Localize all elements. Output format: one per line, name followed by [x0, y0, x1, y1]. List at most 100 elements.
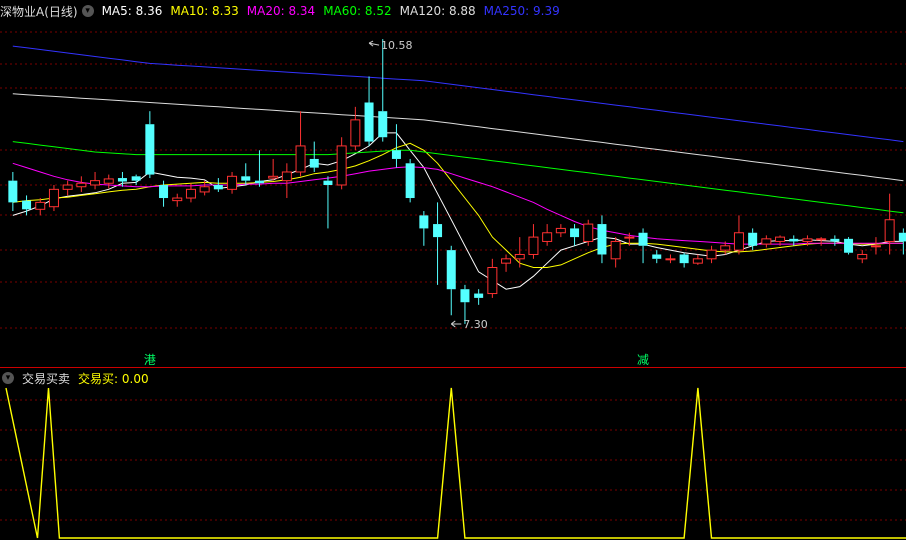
candle[interactable] [487, 258, 498, 298]
candle[interactable] [391, 124, 401, 168]
signal-line [5, 387, 906, 539]
candle-body-up [870, 245, 881, 248]
candle[interactable] [652, 250, 662, 264]
candle[interactable] [501, 254, 512, 272]
low-arrow [450, 320, 462, 328]
candle[interactable] [8, 171, 18, 212]
candle[interactable] [542, 224, 553, 246]
candle-body-down [597, 224, 607, 255]
candle[interactable] [570, 224, 580, 246]
candle-body-up [487, 267, 498, 295]
candle[interactable] [281, 163, 292, 199]
candle-body-up [761, 238, 772, 245]
candle-body-up [62, 184, 73, 190]
candle[interactable] [378, 39, 388, 142]
indicator-panel-header: ▾ 交易买卖 交易买: 0.00 [0, 368, 157, 388]
candle-body-up [185, 188, 196, 199]
candle[interactable] [830, 235, 840, 246]
candle[interactable] [528, 224, 539, 259]
chevron-down-icon[interactable]: ▾ [81, 5, 94, 17]
candle[interactable] [227, 171, 238, 194]
candle[interactable] [350, 106, 361, 151]
candlestick-layer[interactable] [8, 39, 906, 324]
candle-body-up [665, 258, 676, 261]
candle[interactable] [254, 150, 264, 187]
candle-body-down [474, 293, 484, 298]
ma250-label: MA250: 9.39 [483, 4, 560, 18]
candle[interactable] [761, 235, 772, 248]
candle-body-up [48, 188, 59, 208]
candle[interactable] [555, 224, 566, 238]
candle-body-up [706, 249, 717, 260]
candle-body-up [172, 197, 183, 202]
candle[interactable] [583, 219, 594, 246]
candle-body-up [733, 232, 744, 251]
chart-stage[interactable]: 10.58 7.30 港 减 [0, 0, 906, 540]
candle[interactable] [446, 245, 456, 316]
ma5-label: MA5: 8.36 [101, 4, 163, 18]
candle[interactable] [597, 215, 607, 264]
candle[interactable] [241, 163, 251, 185]
candle[interactable] [638, 228, 648, 264]
candle[interactable] [733, 215, 744, 255]
candle[interactable] [172, 193, 183, 207]
candle-body-up [857, 253, 868, 260]
candle[interactable] [419, 211, 429, 246]
candle-body-up [281, 171, 292, 182]
candle[interactable] [145, 111, 155, 179]
candle[interactable] [706, 245, 717, 264]
candle[interactable] [898, 228, 906, 255]
candle[interactable] [857, 250, 868, 264]
candle-body-down [213, 185, 223, 190]
candle-body-down [309, 158, 319, 168]
candle-body-down [830, 238, 840, 242]
candle[interactable] [268, 158, 279, 181]
candle-body-down [405, 163, 415, 199]
candle[interactable] [364, 76, 374, 146]
candle-body-up [692, 258, 703, 264]
candle-body-up [542, 232, 553, 242]
candle[interactable] [213, 178, 223, 192]
candle[interactable] [323, 176, 333, 229]
candle[interactable] [844, 237, 854, 255]
ma20-label: MA20: 8.34 [246, 4, 316, 18]
candle[interactable] [816, 237, 827, 246]
candle-body-down [570, 228, 580, 238]
indicator-name: 交易买卖 [22, 371, 71, 386]
candle-body-down [117, 178, 127, 182]
candle[interactable] [405, 158, 415, 203]
candle-body-down [679, 254, 689, 264]
indicator-value: 交易买: 0.00 [78, 371, 149, 386]
candle[interactable] [309, 141, 319, 172]
candle[interactable] [295, 111, 306, 177]
candle-body-down [446, 250, 456, 290]
candle-body-up [884, 219, 895, 242]
candle[interactable] [870, 237, 881, 255]
candle[interactable] [35, 198, 46, 216]
candle[interactable] [336, 137, 347, 190]
event-marker: 减 [637, 353, 649, 367]
candle[interactable] [131, 174, 141, 185]
candle-body-down [241, 176, 251, 181]
candle[interactable] [90, 171, 101, 190]
candle[interactable] [692, 254, 703, 265]
candle[interactable] [665, 254, 676, 264]
candle[interactable] [103, 174, 114, 189]
candle[interactable] [514, 237, 525, 268]
candle-body-up [816, 238, 827, 241]
candle-body-down [254, 180, 264, 184]
candle-body-down [748, 232, 758, 246]
candle[interactable] [62, 180, 73, 196]
candle-body-down [652, 254, 662, 259]
candle-body-down [22, 200, 32, 210]
candle[interactable] [679, 252, 689, 268]
candle[interactable] [474, 289, 484, 305]
candle[interactable] [884, 193, 895, 255]
candle[interactable] [610, 237, 621, 268]
candle-body-up [555, 227, 566, 234]
candle-body-down [323, 180, 333, 185]
candle-body-up [583, 223, 594, 242]
candle[interactable] [76, 176, 87, 192]
candle[interactable] [48, 185, 59, 212]
chevron-down-icon[interactable]: ▾ [2, 372, 14, 384]
